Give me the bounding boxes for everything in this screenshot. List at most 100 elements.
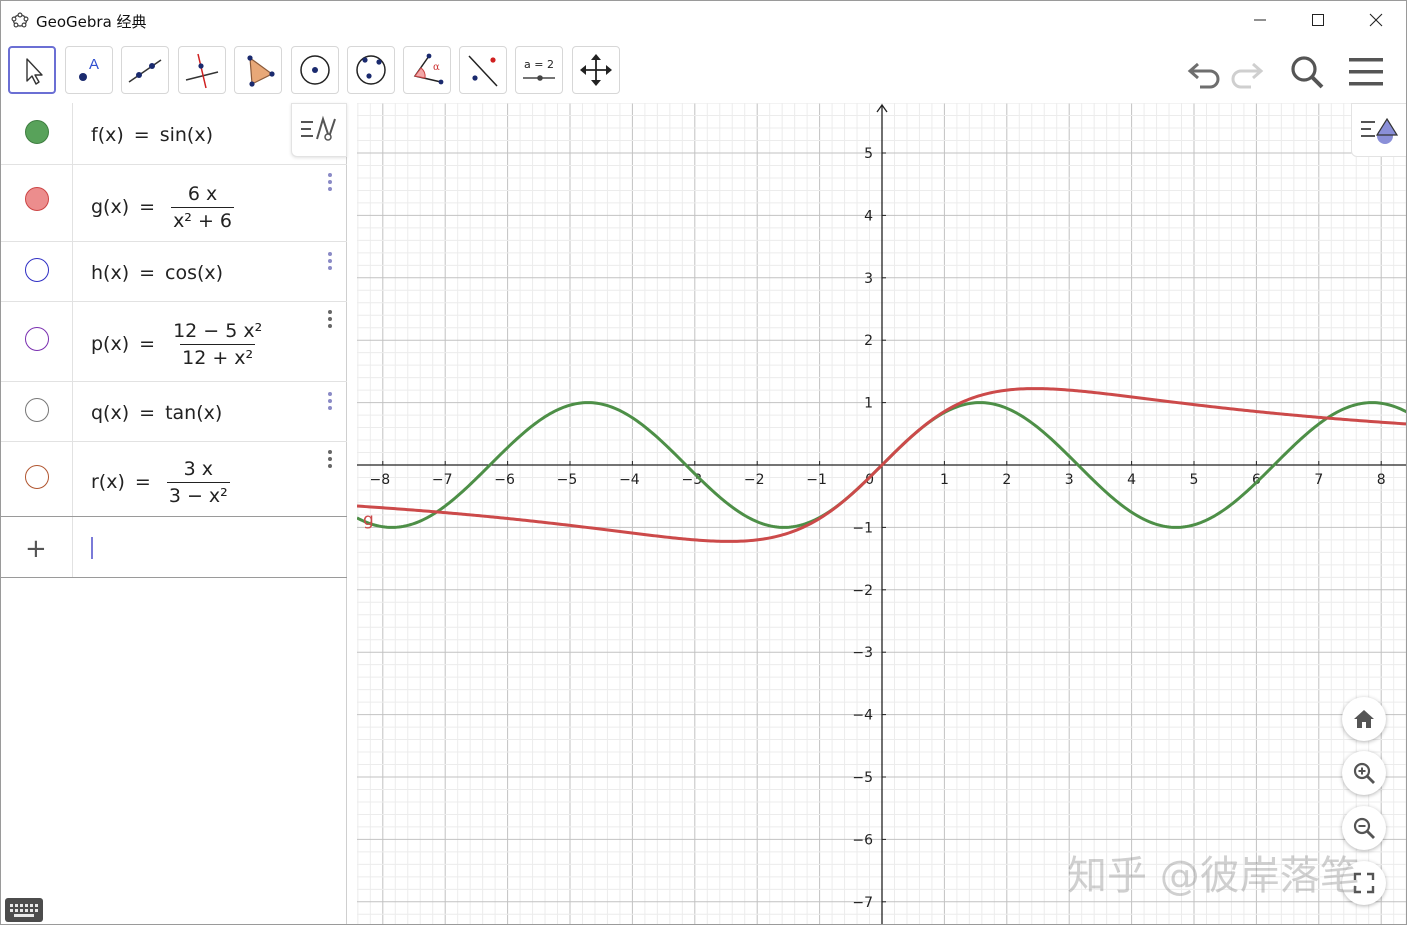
numerator: 12 − 5 x²: [173, 320, 263, 342]
denominator: 3 − x²: [166, 482, 230, 507]
x-tick-label: 3: [1065, 472, 1074, 488]
row-options-button[interactable]: [325, 450, 335, 468]
graphics-settings-button[interactable]: [1351, 103, 1406, 157]
menu-button[interactable]: [1347, 53, 1387, 93]
visibility-toggle-f[interactable]: [25, 120, 49, 144]
denominator: 12 + x²: [180, 344, 256, 369]
undo-button[interactable]: [1182, 53, 1222, 93]
reflect-tool-button[interactable]: [459, 46, 507, 94]
close-button[interactable]: [1347, 1, 1405, 39]
algebra-style-icon: [301, 115, 336, 141]
visibility-toggle-r[interactable]: [25, 465, 49, 489]
point-tool-button[interactable]: A: [65, 46, 113, 94]
search-button[interactable]: [1287, 53, 1327, 93]
function-definition: sin(x): [159, 124, 213, 146]
algebra-row-g[interactable]: g(x) = 6 x x² + 6: [1, 165, 347, 242]
marker-cell: [1, 242, 73, 301]
marker-cell: [1, 103, 73, 164]
hamburger-menu-icon: [1349, 58, 1383, 86]
keyboard-button[interactable]: [5, 898, 43, 922]
row-options-button[interactable]: [325, 392, 335, 410]
numerator: 3 x: [183, 458, 213, 480]
equals-sign: =: [139, 196, 156, 218]
expression-r[interactable]: r(x) = 3 x3 − x²: [91, 458, 230, 507]
circle-three-points-tool-button[interactable]: [347, 46, 395, 94]
x-tick-label: −5: [557, 472, 578, 488]
maximize-icon: [1312, 14, 1324, 26]
x-tick-label: −7: [432, 472, 453, 488]
visibility-toggle-p[interactable]: [25, 327, 49, 351]
algebra-input-row[interactable]: +: [1, 516, 347, 578]
visibility-toggle-q[interactable]: [25, 398, 49, 422]
y-tick-label: −5: [852, 770, 873, 786]
add-icon[interactable]: +: [25, 534, 47, 564]
equals-sign: =: [139, 262, 156, 284]
minimize-button[interactable]: [1231, 1, 1289, 39]
home-view-button[interactable]: [1342, 697, 1386, 741]
polygon-icon: [247, 55, 275, 87]
y-tick-label: 4: [864, 208, 873, 224]
function-name: p(x): [91, 333, 130, 355]
expression-g[interactable]: g(x) = 6 x x² + 6: [91, 183, 235, 232]
expression-q[interactable]: q(x) = tan(x): [91, 402, 222, 424]
perpendicular-tool-button[interactable]: [178, 46, 226, 94]
polygon-tool-button[interactable]: [234, 46, 282, 94]
y-tick-label: −2: [852, 583, 873, 599]
angle-tool-button[interactable]: α: [403, 46, 451, 94]
algebra-row-q[interactable]: q(x) = tan(x): [1, 382, 347, 442]
geogebra-logo-icon: [11, 12, 29, 28]
graphics-view[interactable]: −8 −7 −6 −5 −4 −3 −2 −1 1 2 3 4 5 6 7 8 5 4 3 2 1 −1 −2 −3 −4 −5−…: [357, 103, 1407, 925]
circle-center-tool-button[interactable]: [291, 46, 339, 94]
line-tool-button[interactable]: [121, 46, 169, 94]
denominator: x² + 6: [171, 207, 235, 232]
expression-f[interactable]: f(x) = sin(x): [91, 124, 213, 146]
fraction: 12 − 5 x² 12 + x²: [171, 320, 264, 369]
move-tool-button[interactable]: [8, 46, 56, 94]
x-tick-label: 2: [1002, 472, 1011, 488]
watermark-text: 知乎 @彼岸落笔: [1067, 853, 1360, 899]
redo-icon: [1231, 62, 1264, 89]
x-tick-label: 8: [1377, 472, 1386, 488]
perpendicular-line-icon: [185, 53, 219, 89]
visibility-toggle-g[interactable]: [25, 187, 49, 211]
visibility-toggle-h[interactable]: [25, 258, 49, 282]
title-bar: GeoGebra 经典: [1, 1, 1406, 39]
marker-cell: [1, 442, 73, 516]
redo-button[interactable]: [1229, 53, 1269, 93]
x-tick-label: −1: [806, 472, 827, 488]
algebra-settings-button[interactable]: [291, 103, 347, 157]
plot-canvas[interactable]: −8 −7 −6 −5 −4 −3 −2 −1 1 2 3 4 5 6 7 854321−1−2−3−4−5−…: [357, 103, 1407, 925]
zoom-in-icon: [1353, 762, 1375, 784]
y-tick-label: −6: [852, 832, 873, 848]
y-tick-label: −1: [852, 520, 873, 536]
fraction: 3 x3 − x²: [166, 458, 230, 507]
algebra-row-r[interactable]: r(x) = 3 x3 − x²: [1, 442, 347, 516]
x-tick-label: −6: [494, 472, 515, 488]
marker-cell: [1, 382, 73, 441]
algebra-row-p[interactable]: p(x) = 12 − 5 x² 12 + x²: [1, 302, 347, 382]
circle-three-points-icon: [356, 55, 386, 85]
y-tick-label: −4: [852, 708, 873, 724]
fraction: 6 x x² + 6: [171, 183, 235, 232]
minimize-icon: [1254, 19, 1266, 21]
equals-sign: =: [133, 124, 150, 146]
equals-sign: =: [139, 402, 156, 424]
row-options-button[interactable]: [325, 173, 335, 191]
reflect-icon: [468, 55, 498, 87]
geogebra-window: GeoGebra 经典 A α a = 2 f(x) = sin(x) g(x)…: [0, 0, 1407, 925]
arrow-cursor-icon: [26, 58, 43, 85]
y-tick-label: 3: [864, 271, 873, 287]
expression-h[interactable]: h(x) = cos(x): [91, 262, 223, 284]
algebra-view: f(x) = sin(x) g(x) = 6 x x² + 6 h(x) = cos(x): [1, 103, 347, 924]
move-graphics-tool-button[interactable]: [572, 46, 620, 94]
slider-tool-button[interactable]: a = 2: [515, 46, 563, 94]
zoom-in-button[interactable]: [1342, 751, 1386, 795]
maximize-button[interactable]: [1289, 1, 1347, 39]
equals-sign: =: [139, 333, 156, 355]
row-options-button[interactable]: [325, 252, 335, 270]
algebra-row-h[interactable]: h(x) = cos(x): [1, 242, 347, 302]
slider-icon: a = 2: [523, 58, 555, 81]
row-options-button[interactable]: [325, 310, 335, 328]
expression-p[interactable]: p(x) = 12 − 5 x² 12 + x²: [91, 320, 264, 369]
angle-icon: α: [413, 53, 444, 85]
